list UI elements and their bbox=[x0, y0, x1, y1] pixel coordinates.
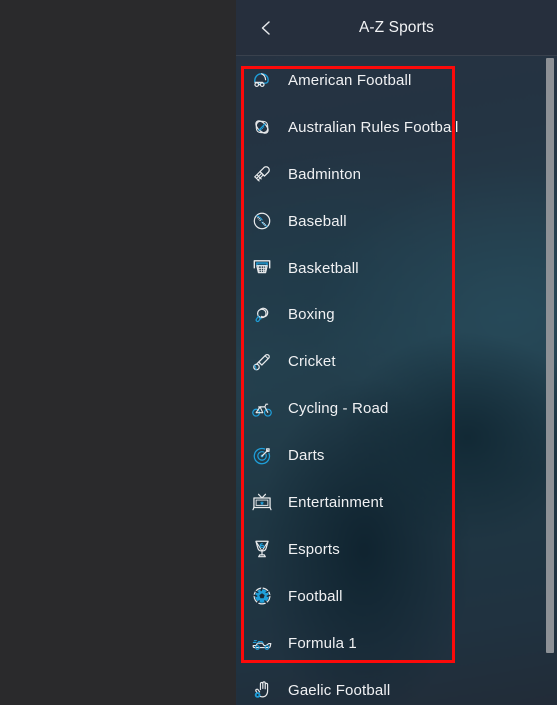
boxing-glove-icon bbox=[249, 302, 275, 328]
sports-list[interactable]: American Football Australian Rules Footb… bbox=[236, 57, 557, 705]
list-item-label: Australian Rules Football bbox=[288, 118, 459, 136]
list-item[interactable]: Football bbox=[236, 573, 557, 620]
soccer-ball-icon bbox=[249, 583, 275, 609]
list-item[interactable]: Badminton bbox=[236, 151, 557, 198]
list-item-label: Boxing bbox=[288, 306, 335, 324]
list-item-label: Formula 1 bbox=[288, 634, 357, 652]
list-item[interactable]: Boxing bbox=[236, 291, 557, 338]
chevron-left-icon bbox=[257, 19, 275, 37]
bicycle-icon bbox=[249, 396, 275, 422]
list-item-label: Basketball bbox=[288, 259, 359, 277]
list-item[interactable]: Basketball bbox=[236, 245, 557, 292]
panel-header: A-Z Sports bbox=[236, 0, 557, 56]
list-item-label: Cricket bbox=[288, 353, 336, 371]
list-item-label: Gaelic Football bbox=[288, 681, 391, 699]
aussie-rules-ball-icon bbox=[249, 114, 275, 140]
list-item[interactable]: Gaelic Football bbox=[236, 667, 557, 705]
cricket-bat-ball-icon bbox=[249, 349, 275, 375]
list-item[interactable]: Darts bbox=[236, 432, 557, 479]
backdrop-left-area bbox=[0, 0, 236, 705]
app-root: A-Z Sports American Football Australian … bbox=[0, 0, 557, 705]
back-button[interactable] bbox=[248, 10, 284, 46]
racing-car-icon bbox=[249, 630, 275, 656]
list-item-label: Cycling - Road bbox=[288, 400, 389, 418]
list-item[interactable]: Formula 1 bbox=[236, 620, 557, 667]
baseball-ball-icon bbox=[249, 208, 275, 234]
list-item[interactable]: Baseball bbox=[236, 198, 557, 245]
list-item-label: American Football bbox=[288, 71, 412, 89]
page-title: A-Z Sports bbox=[358, 19, 435, 36]
television-icon bbox=[249, 489, 275, 515]
gaelic-football-hand-icon bbox=[249, 677, 275, 703]
list-item-label: Football bbox=[288, 587, 343, 605]
sports-panel: A-Z Sports American Football Australian … bbox=[236, 0, 557, 705]
list-item-label: Entertainment bbox=[288, 493, 384, 511]
basketball-hoop-icon bbox=[249, 255, 275, 281]
list-item[interactable]: Cycling - Road bbox=[236, 385, 557, 432]
list-item-label: Badminton bbox=[288, 165, 362, 183]
dartboard-icon bbox=[249, 443, 275, 469]
american-football-helmet-icon bbox=[249, 67, 275, 93]
list-item[interactable]: Esports bbox=[236, 526, 557, 573]
list-item-label: Darts bbox=[288, 447, 325, 465]
vertical-scrollbar-track[interactable] bbox=[544, 57, 557, 705]
list-item[interactable]: Cricket bbox=[236, 338, 557, 385]
list-item[interactable]: Entertainment bbox=[236, 479, 557, 526]
list-item[interactable]: Australian Rules Football bbox=[236, 104, 557, 151]
vertical-scrollbar-thumb[interactable] bbox=[546, 58, 554, 653]
badminton-shuttlecock-icon bbox=[249, 161, 275, 187]
list-item-label: Baseball bbox=[288, 212, 347, 230]
esports-trophy-icon bbox=[249, 536, 275, 562]
list-item[interactable]: American Football bbox=[236, 57, 557, 104]
list-item-label: Esports bbox=[288, 540, 340, 558]
